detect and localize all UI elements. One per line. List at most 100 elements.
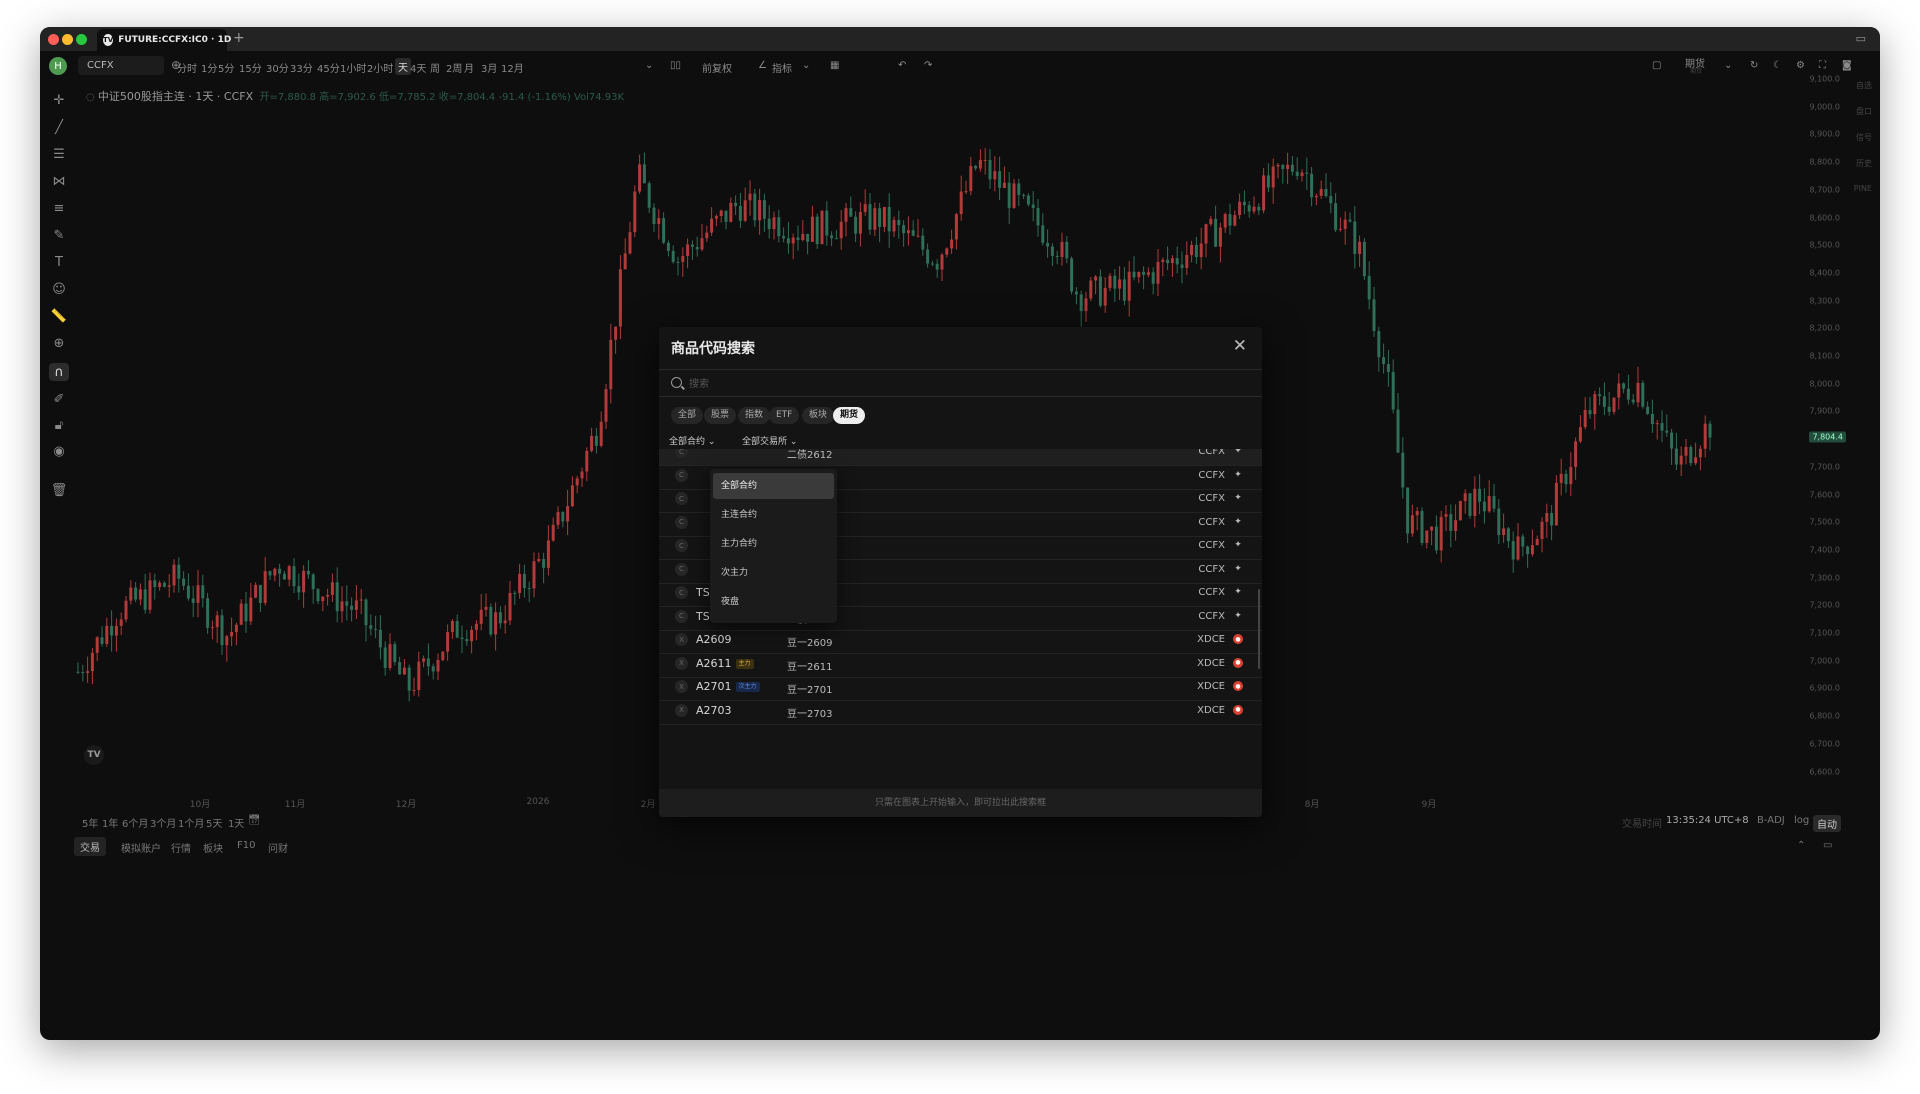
menu-item-次主力[interactable]: 次主力 [713,560,834,586]
fullscreen-icon[interactable]: ⛶ [1819,60,1826,71]
undo-icon[interactable]: ↶ [898,60,906,71]
layout-icon[interactable]: ▭ [1856,32,1866,45]
interval-2小时[interactable]: 2小时 [367,60,393,75]
side-panel-盘口[interactable]: 盘口 [1856,106,1872,117]
interval-5分[interactable]: 5分 [218,60,234,75]
auto-toggle[interactable]: 自动 [1813,815,1841,832]
settings-gear-icon[interactable]: ⚙ [1796,60,1805,71]
menu-item-全部合约[interactable]: 全部合约 [713,473,834,499]
panel-tab-问财[interactable]: 问财 [268,840,288,855]
result-row[interactable]: X A2703 豆一2703 XDCE ● [659,696,1262,725]
crosshair-icon[interactable]: ✛ [49,91,69,109]
range-3个月[interactable]: 3个月 [150,815,176,830]
magnet-icon[interactable]: ∩ [49,363,69,381]
text-icon[interactable]: T [49,253,69,271]
interval-15分[interactable]: 15分 [239,60,262,75]
log-toggle[interactable]: log [1794,815,1809,826]
chevron-down-icon[interactable]: ⌄ [1724,60,1732,71]
range-5天[interactable]: 5天 [206,815,222,830]
menu-item-夜盘[interactable]: 夜盘 [713,589,834,615]
lock-icon[interactable]: 🔓︎ [49,416,69,434]
filter-chip-ETF[interactable]: ETF [769,407,800,424]
zoom-in-icon[interactable]: ⊕ [49,334,69,352]
chevron-down-icon[interactable]: ⌄ [802,60,810,71]
filter-chip-指数[interactable]: 指数 [738,407,771,424]
symbol-search-box[interactable]: CCFX [78,56,164,75]
interval-3月[interactable]: 3月 [481,60,497,75]
adjust-button[interactable]: 前复权 [702,60,732,75]
indicators-button[interactable]: 指标 [772,60,792,75]
panel-tab-模拟账户[interactable]: 模拟账户 [121,840,161,855]
lock-drawings-icon[interactable]: ✐ [49,390,69,408]
interval-月[interactable]: 月 [464,60,474,75]
pattern-icon[interactable]: ⋈ [49,172,69,190]
refresh-icon[interactable]: ↻ [1750,60,1758,71]
interval-30分[interactable]: 30分 [266,60,289,75]
interval-2周[interactable]: 2周 [446,60,462,75]
chevron-up-icon[interactable]: ⌃ [1797,840,1805,851]
interval-天[interactable]: 天 [395,58,411,75]
indicator-icon[interactable]: ∠ [758,60,767,71]
contract-filter-dropdown[interactable]: 全部合约 ⌄ [669,434,715,447]
list-scrollbar[interactable] [1258,589,1260,669]
candle-body [724,210,728,222]
candle-type-icon[interactable]: ▯▯ [670,60,681,71]
trash-icon[interactable]: 🗑︎ [49,481,69,499]
redo-icon[interactable]: ↷ [924,60,932,71]
search-input[interactable] [689,375,1229,393]
close-window-button[interactable] [48,34,59,45]
panel-tab-交易[interactable]: 交易 [74,837,106,856]
tradingview-logo[interactable]: TV [84,745,104,765]
legend-symbol-name[interactable]: 中证500股指主连 · 1天 · CCFX [98,90,253,103]
interval-周[interactable]: 周 [430,60,440,75]
moon-icon[interactable]: ☾ [1773,60,1782,71]
horizontal-lines-icon[interactable]: ☰ [49,145,69,163]
interval-1分[interactable]: 1分 [201,60,217,75]
panel-tab-行情[interactable]: 行情 [171,840,191,855]
maximize-panel-icon[interactable]: ▭ [1823,840,1832,851]
clock-time[interactable]: 13:35:24 UTC+8 [1666,815,1749,826]
range-1天[interactable]: 1天 [228,815,244,830]
filter-chip-板块[interactable]: 板块 [802,407,835,424]
minimize-window-button[interactable] [62,34,73,45]
close-icon[interactable]: ✕ [1233,336,1247,356]
menu-item-主力合约[interactable]: 主力合约 [713,531,834,557]
side-panel-历史[interactable]: 历史 [1856,158,1872,169]
brush-icon[interactable]: ✎ [49,226,69,244]
side-panel-自选[interactable]: 自选 [1856,80,1872,91]
layout-grid-icon[interactable]: ▦ [830,60,839,71]
panel-tab-F10[interactable]: F10 [237,840,255,851]
tab-active[interactable]: TV FUTURE:CCFX:IC0 · 1D [97,29,231,51]
fib-icon[interactable]: ≡ [49,199,69,217]
avatar[interactable]: H [49,57,67,75]
filter-chip-股票[interactable]: 股票 [704,407,737,424]
chevron-down-icon[interactable]: ⌄ [645,60,653,71]
panel-tab-板块[interactable]: 板块 [203,840,223,855]
watchlist-panel-icon[interactable]: ▢ [1652,60,1661,71]
interval-1小时[interactable]: 1小时 [340,60,366,75]
side-panel-信号[interactable]: 信号 [1856,132,1872,143]
menu-item-主连合约[interactable]: 主连合约 [713,502,834,528]
exchange-filter-dropdown[interactable]: 全部交易所 ⌄ [742,434,797,447]
trend-line-icon[interactable]: ╱ [49,118,69,136]
maximize-window-button[interactable] [76,34,87,45]
side-panel-PINE[interactable]: PINE [1854,184,1872,193]
interval-45分[interactable]: 45分 [317,60,340,75]
ruler-icon[interactable]: 📏 [49,307,69,325]
filter-chip-期货[interactable]: 期货 [833,407,866,424]
range-1年[interactable]: 1年 [102,815,118,830]
range-6个月[interactable]: 6个月 [122,815,148,830]
filter-chip-全部[interactable]: 全部 [671,407,704,424]
range-1个月[interactable]: 1个月 [178,815,204,830]
interval-分时[interactable]: 分时 [177,60,197,75]
interval-12月[interactable]: 12月 [501,60,524,75]
new-tab-button[interactable]: + [233,30,245,46]
interval-33分[interactable]: 33分 [290,60,313,75]
eye-icon[interactable]: ◉ [49,442,69,460]
camera-icon[interactable]: ◙ [1842,60,1852,71]
calendar-icon[interactable]: 📅︎ [248,815,261,826]
range-5年[interactable]: 5年 [82,815,98,830]
interval-4天[interactable]: 4天 [410,60,426,75]
adj-toggle[interactable]: B-ADJ [1757,815,1785,826]
emoji-icon[interactable]: ☺ [49,280,69,298]
